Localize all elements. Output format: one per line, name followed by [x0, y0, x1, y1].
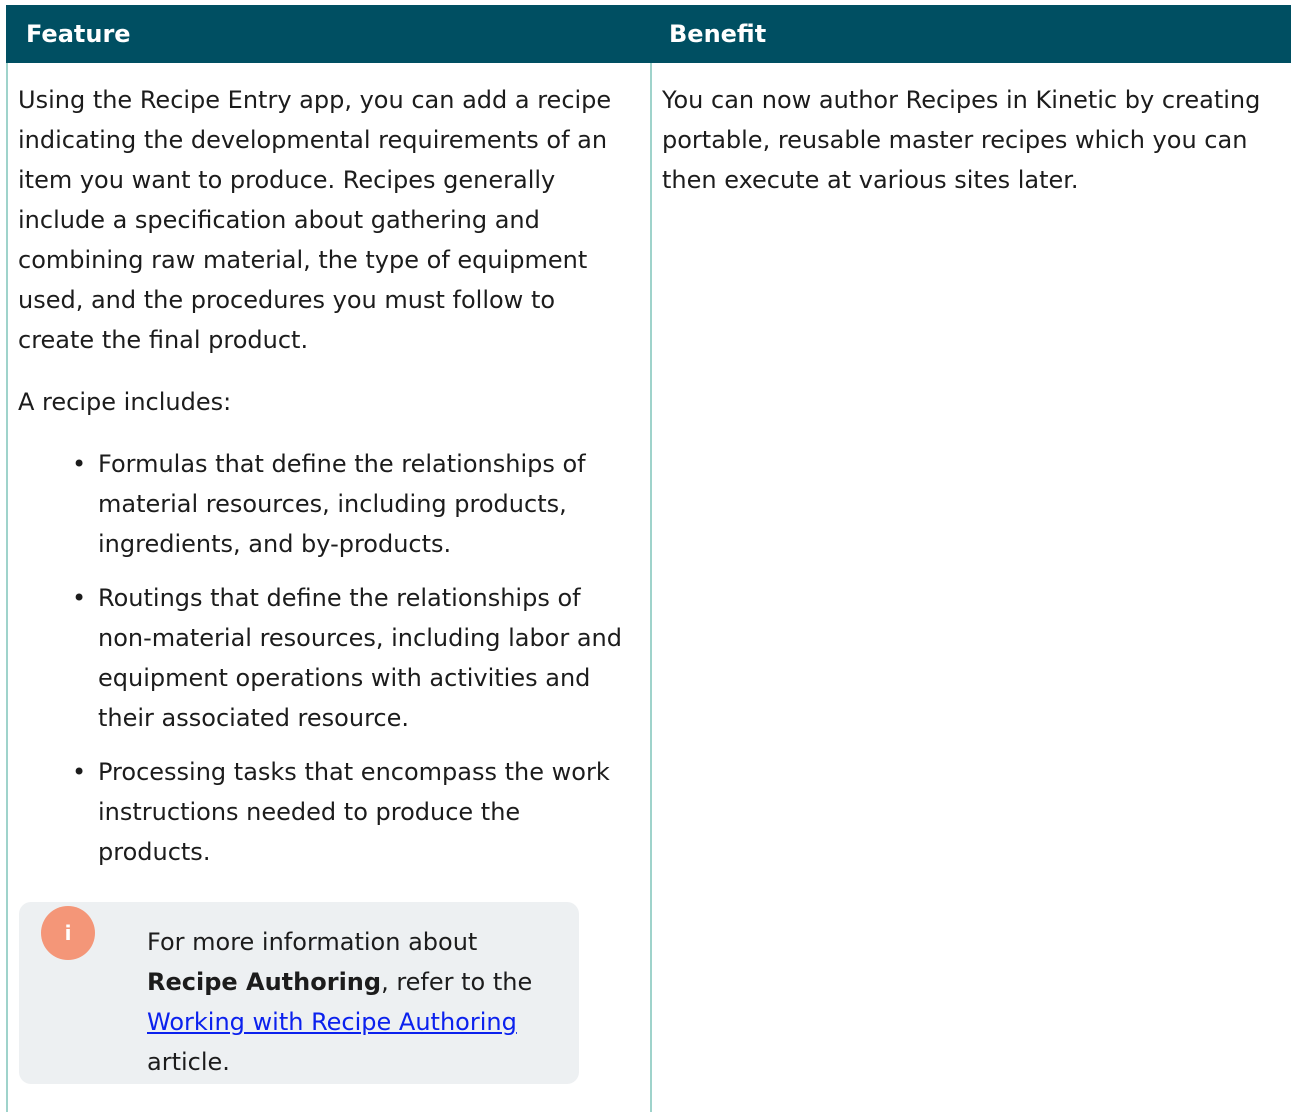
recipe-includes-list: • Formulas that define the relationships … — [18, 444, 633, 872]
note-text-middle: , refer to the — [381, 968, 533, 996]
info-note: i For more information about Recipe Auth… — [19, 902, 579, 1084]
note-text-before: For more information about — [147, 928, 478, 956]
recipe-authoring-link[interactable]: Working with Recipe Authoring — [147, 1008, 517, 1036]
bullet-icon: • — [72, 584, 87, 612]
list-item: • Processing tasks that encompass the wor… — [72, 752, 633, 872]
note-text-after: article. — [147, 1048, 230, 1076]
info-icon: i — [41, 906, 95, 960]
bullet-icon: • — [72, 450, 87, 478]
list-item-text: Processing tasks that encompass the work… — [98, 758, 610, 866]
list-item-text: Routings that define the relationships o… — [98, 584, 623, 732]
benefit-text: You can now author Recipes in Kinetic by… — [662, 86, 1261, 194]
list-item-text: Formulas that define the relationships o… — [98, 450, 586, 558]
header-feature: Feature — [26, 20, 131, 48]
benefit-cell: You can now author Recipes in Kinetic by… — [662, 80, 1287, 200]
note-text: For more information about Recipe Author… — [147, 922, 547, 1082]
feature-benefit-table: Feature Benefit Using the Recipe Entry a… — [6, 5, 1291, 1112]
list-item: • Formulas that define the relationships … — [72, 444, 633, 564]
table-header-row: Feature Benefit — [6, 5, 1291, 63]
list-item: • Routings that define the relationships … — [72, 578, 633, 738]
feature-cell: Using the Recipe Entry app, you can add … — [18, 80, 633, 886]
header-benefit: Benefit — [669, 20, 767, 48]
column-divider — [650, 63, 652, 1112]
recipe-includes-label: A recipe includes: — [18, 388, 232, 416]
note-bold-term: Recipe Authoring — [147, 968, 382, 996]
bullet-icon: • — [72, 758, 87, 786]
feature-intro: Using the Recipe Entry app, you can add … — [18, 86, 612, 354]
